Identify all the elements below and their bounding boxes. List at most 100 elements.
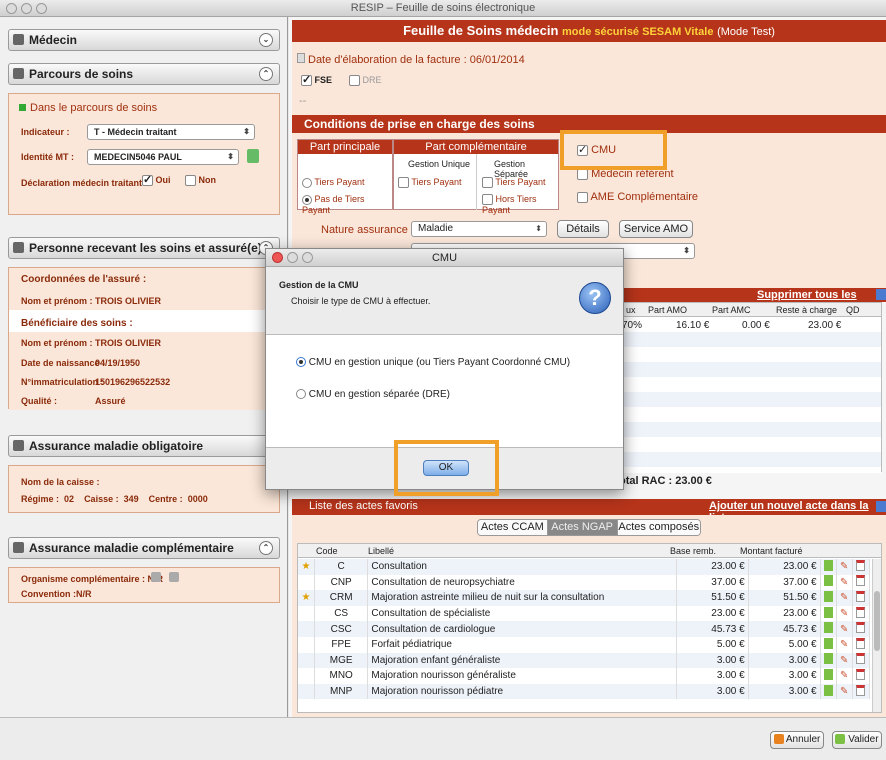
- delete-icon[interactable]: [852, 621, 870, 637]
- montant-cell: 51.50 €: [748, 590, 821, 606]
- edit-icon[interactable]: [820, 652, 838, 669]
- delete-all-icon[interactable]: [876, 289, 886, 300]
- search-icon[interactable]: [876, 501, 886, 512]
- favori-row[interactable]: MGE Majoration enfant généraliste 3.00 €3.…: [298, 652, 870, 669]
- edit-icon[interactable]: [820, 605, 838, 622]
- minimize-window-icon[interactable]: [21, 3, 32, 14]
- star-icon[interactable]: [298, 668, 315, 684]
- parcours-header[interactable]: Parcours de soins ⌃: [8, 63, 280, 85]
- tiers-payant-radio[interactable]: Tiers Payant: [302, 177, 365, 188]
- delete-icon[interactable]: [852, 652, 870, 669]
- code-cell: MNO: [314, 668, 369, 684]
- delete-icon[interactable]: [852, 683, 870, 700]
- favori-row[interactable]: ★ CRM Majoration astreinte milieu de nuit …: [298, 590, 870, 606]
- medecin-referent-checkbox[interactable]: Médecin référent: [577, 168, 674, 180]
- base-cell: 3.00 €: [676, 668, 749, 684]
- ame-checkbox[interactable]: AME Complémentaire: [577, 191, 698, 203]
- delete-icon[interactable]: [852, 559, 870, 575]
- personne-header[interactable]: Personne recevant les soins et assuré(e)…: [8, 237, 280, 259]
- favori-row[interactable]: FPE Forfait pédiatrique 5.00 €5.00 € ✎: [298, 636, 870, 653]
- edit-icon[interactable]: [820, 574, 838, 591]
- zoom-window-icon[interactable]: [36, 3, 47, 14]
- star-icon[interactable]: ★: [298, 559, 315, 575]
- pas-tiers-radio[interactable]: Pas de Tiers Payant: [302, 194, 392, 215]
- favori-row[interactable]: CSC Consultation de cardiologue 45.73 €45.…: [298, 621, 870, 637]
- edit-icon[interactable]: [820, 668, 838, 684]
- close-icon[interactable]: [272, 252, 283, 263]
- cell-reste: 23.00 €: [808, 320, 842, 331]
- valider-button[interactable]: Valider: [832, 731, 882, 749]
- amc-header[interactable]: Assurance maladie complémentaire ⌃: [8, 537, 280, 559]
- tab-composes[interactable]: Actes composés: [617, 520, 700, 535]
- scrollbar[interactable]: [872, 559, 881, 712]
- star-icon[interactable]: ★: [298, 590, 315, 606]
- code-cell: CRM: [314, 590, 369, 606]
- pencil-icon[interactable]: ✎: [836, 652, 854, 669]
- edit-icon[interactable]: [820, 559, 838, 575]
- annuler-button[interactable]: Annuler: [770, 731, 824, 749]
- favori-row[interactable]: MNO Majoration nourisson généraliste 3.00 …: [298, 668, 870, 684]
- minimize-icon[interactable]: [287, 252, 298, 263]
- star-icon[interactable]: [298, 683, 315, 700]
- personne-body: Coordonnées de l'assuré : Nom et prénom …: [8, 267, 280, 410]
- dre-checkbox[interactable]: DRE: [349, 75, 382, 87]
- star-icon[interactable]: [298, 652, 315, 669]
- tab-ngap[interactable]: Actes NGAP: [547, 520, 618, 535]
- pencil-icon[interactable]: ✎: [836, 636, 854, 653]
- identite-select[interactable]: MEDECIN5046 PAUL ⬍: [87, 149, 239, 165]
- fse-checkbox[interactable]: FSE: [301, 73, 332, 87]
- service-amo-button[interactable]: Service AMO: [619, 220, 693, 238]
- indicateur-select[interactable]: T - Médecin traitant ⬍: [87, 124, 255, 140]
- delete-icon[interactable]: [852, 636, 870, 653]
- chevron-down-icon[interactable]: ⌄: [259, 33, 273, 47]
- conditions-title: Conditions de prise en charge des soins: [292, 115, 886, 133]
- amo-header[interactable]: Assurance maladie obligatoire: [8, 435, 280, 457]
- dialog-titlebar: CMU: [266, 249, 623, 267]
- edit-icon[interactable]: [820, 636, 838, 653]
- clear-icon[interactable]: [169, 572, 179, 582]
- tiers-payant-unique-checkbox[interactable]: Tiers Payant: [398, 177, 462, 189]
- pencil-icon[interactable]: ✎: [836, 683, 854, 700]
- delete-icon[interactable]: [852, 590, 870, 606]
- edit-icon[interactable]: [820, 621, 838, 637]
- tiers-payant-separee-checkbox[interactable]: Tiers Payant: [482, 177, 546, 189]
- favori-row[interactable]: MNP Majoration nourisson pédiatre 3.00 €3.…: [298, 683, 870, 700]
- favori-row[interactable]: CNP Consultation de neuropsychiatre 37.00 …: [298, 574, 870, 591]
- refresh-icon[interactable]: [247, 149, 259, 163]
- favori-row[interactable]: CS Consultation de spécialiste 23.00 €23.0…: [298, 605, 870, 622]
- pencil-icon[interactable]: ✎: [836, 605, 854, 622]
- edit-icon[interactable]: [820, 683, 838, 700]
- cmu-separee-radio[interactable]: CMU en gestion séparée (DRE): [296, 389, 450, 400]
- left-sidebar: Médecin ⌄ Parcours de soins ⌃ Dans le parc…: [0, 17, 288, 717]
- details-button[interactable]: Détails: [557, 220, 609, 238]
- star-icon[interactable]: [298, 605, 315, 622]
- non-checkbox[interactable]: Non: [185, 175, 216, 187]
- close-window-icon[interactable]: [6, 3, 17, 14]
- nature-select[interactable]: Maladie ⬍: [411, 221, 547, 237]
- cmu-checkbox[interactable]: CMU: [577, 143, 616, 156]
- pencil-icon[interactable]: ✎: [836, 668, 854, 684]
- pencil-icon[interactable]: ✎: [836, 574, 854, 591]
- delete-icon[interactable]: [852, 605, 870, 622]
- chevron-up-icon[interactable]: ⌃: [259, 67, 273, 81]
- pencil-icon[interactable]: ✎: [836, 621, 854, 637]
- cancel-icon: [773, 734, 784, 745]
- tab-ccam[interactable]: Actes CCAM: [478, 520, 548, 535]
- favori-row[interactable]: ★ C Consultation 23.00 €23.00 € ✎: [298, 559, 870, 575]
- cmu-unique-radio[interactable]: CMU en gestion unique (ou Tiers Payant C…: [296, 357, 570, 368]
- hors-tiers-checkbox[interactable]: Hors Tiers Payant: [482, 194, 558, 215]
- delete-icon[interactable]: [852, 668, 870, 684]
- star-icon[interactable]: [298, 574, 315, 591]
- zoom-icon[interactable]: [302, 252, 313, 263]
- pencil-icon[interactable]: ✎: [836, 590, 854, 606]
- lookup-icon[interactable]: [151, 572, 161, 582]
- star-icon[interactable]: [298, 621, 315, 637]
- delete-icon[interactable]: [852, 574, 870, 591]
- oui-checkbox[interactable]: Oui: [142, 173, 171, 187]
- pencil-icon[interactable]: ✎: [836, 559, 854, 575]
- star-icon[interactable]: [298, 636, 315, 653]
- medecin-header[interactable]: Médecin ⌄: [8, 29, 280, 51]
- ok-button[interactable]: OK: [423, 460, 469, 476]
- chevron-up-icon[interactable]: ⌃: [259, 541, 273, 555]
- edit-icon[interactable]: [820, 590, 838, 606]
